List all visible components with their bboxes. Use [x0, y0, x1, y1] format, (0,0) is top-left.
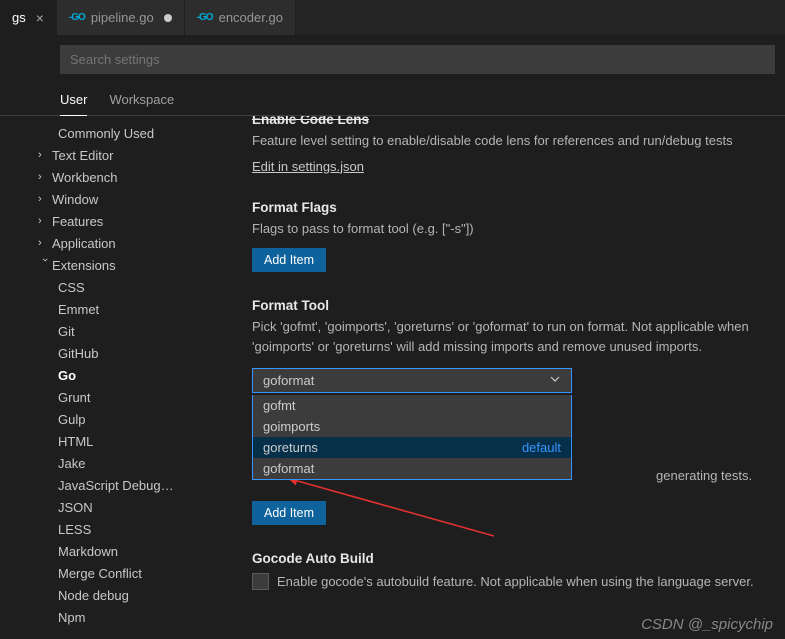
sidebar-item-label: Features	[52, 214, 103, 229]
watermark: CSDN @_spicychip	[641, 616, 773, 633]
sidebar-item-html[interactable]: HTML	[0, 430, 228, 452]
checkbox-row[interactable]: Enable gocode's autobuild feature. Not a…	[252, 572, 769, 592]
tab-pipeline[interactable]: -GO pipeline.go	[57, 0, 185, 35]
chevron-right-icon: ›	[38, 171, 52, 183]
setting-description: Enable gocode's autobuild feature. Not a…	[277, 572, 754, 592]
tab-settings[interactable]: gs ×	[0, 0, 57, 35]
edit-settings-json-link[interactable]: Edit in settings.json	[252, 159, 364, 174]
sidebar-item-grunt[interactable]: Grunt	[0, 386, 228, 408]
scope-tab-user[interactable]: User	[60, 92, 87, 116]
setting-enable-code-lens: Enable Code Lens Feature level setting t…	[252, 116, 775, 174]
tab-pipeline-label: pipeline.go	[91, 10, 154, 25]
tab-encoder[interactable]: -GO encoder.go	[185, 0, 296, 35]
option-goformat[interactable]: goformat	[253, 458, 571, 479]
sidebar-extensions[interactable]: ›Extensions	[0, 254, 228, 276]
sidebar-item-less[interactable]: LESS	[0, 518, 228, 540]
editor-tabs-bar: gs × -GO pipeline.go -GO encoder.go	[0, 0, 785, 35]
truncated-text: generating tests.	[656, 468, 752, 483]
default-badge: default	[522, 440, 561, 455]
sidebar-item-nodedebug[interactable]: Node debug	[0, 584, 228, 606]
sidebar-item-label: Window	[52, 192, 98, 207]
chevron-right-icon: ›	[38, 237, 52, 249]
checkbox[interactable]	[252, 573, 269, 590]
setting-format-flags: Format Flags Flags to pass to format too…	[252, 200, 775, 273]
format-tool-select[interactable]: goformat gofmt goimports goreturnsdefaul…	[252, 368, 572, 393]
option-gofmt[interactable]: gofmt	[253, 395, 571, 416]
select-box[interactable]: goformat	[252, 368, 572, 393]
sidebar-item-emmet[interactable]: Emmet	[0, 298, 228, 320]
add-item-button[interactable]: Add Item	[252, 501, 326, 525]
settings-content: Enable Code Lens Feature level setting t…	[228, 116, 785, 635]
chevron-right-icon: ›	[38, 193, 52, 205]
sidebar-item-label: Workbench	[52, 170, 118, 185]
setting-gocode-autobuild: Gocode Auto Build Enable gocode's autobu…	[252, 551, 775, 592]
setting-description: Pick 'gofmt', 'goimports', 'goreturns' o…	[252, 317, 769, 356]
settings-search-wrap	[0, 35, 785, 84]
select-value: goformat	[263, 373, 314, 388]
add-item-button[interactable]: Add Item	[252, 248, 326, 272]
option-goimports[interactable]: goimports	[253, 416, 571, 437]
close-icon[interactable]: ×	[36, 10, 44, 26]
sidebar-item-jake[interactable]: Jake	[0, 452, 228, 474]
sidebar-window[interactable]: ›Window	[0, 188, 228, 210]
scope-tab-workspace[interactable]: Workspace	[109, 92, 174, 115]
sidebar-item-git[interactable]: Git	[0, 320, 228, 342]
sidebar-features[interactable]: ›Features	[0, 210, 228, 232]
setting-description: Feature level setting to enable/disable …	[252, 131, 769, 151]
sidebar-item-npm[interactable]: Npm	[0, 606, 228, 628]
tab-settings-label: gs	[12, 10, 26, 25]
unsaved-dot-icon	[164, 14, 172, 22]
sidebar-item-label: Text Editor	[52, 148, 113, 163]
go-file-icon: -GO	[69, 12, 85, 23]
tab-encoder-label: encoder.go	[219, 10, 283, 25]
chevron-down-icon	[549, 373, 561, 388]
settings-scope-tabs: User Workspace	[0, 84, 785, 116]
sidebar-workbench[interactable]: ›Workbench	[0, 166, 228, 188]
setting-format-tool: Format Tool Pick 'gofmt', 'goimports', '…	[252, 298, 775, 525]
sidebar-item-css[interactable]: CSS	[0, 276, 228, 298]
select-dropdown: gofmt goimports goreturns default goforma…	[252, 395, 572, 480]
sidebar-item-gulp[interactable]: Gulp	[0, 408, 228, 430]
option-goreturns[interactable]: goreturns default	[253, 437, 571, 458]
sidebar-item-go[interactable]: Go	[0, 364, 228, 386]
sidebar-item-jsdebug[interactable]: JavaScript Debug…	[0, 474, 228, 496]
setting-title: Enable Code Lens	[252, 116, 769, 127]
search-input[interactable]	[60, 45, 775, 74]
option-label: goreturns	[263, 440, 318, 455]
setting-title: Format Flags	[252, 200, 769, 215]
sidebar-commonly-used[interactable]: Commonly Used	[0, 122, 228, 144]
chevron-right-icon: ›	[38, 215, 52, 227]
option-label: goimports	[263, 419, 320, 434]
sidebar-item-json[interactable]: JSON	[0, 496, 228, 518]
sidebar-item-markdown[interactable]: Markdown	[0, 540, 228, 562]
option-label: goformat	[263, 461, 314, 476]
chevron-right-icon: ›	[38, 149, 52, 161]
setting-title: Format Tool	[252, 298, 769, 313]
go-file-icon: -GO	[197, 12, 213, 23]
sidebar-application[interactable]: ›Application	[0, 232, 228, 254]
sidebar-item-github[interactable]: GitHub	[0, 342, 228, 364]
setting-title: Gocode Auto Build	[252, 551, 769, 566]
sidebar-item-label: Extensions	[52, 258, 116, 273]
option-label: gofmt	[263, 398, 296, 413]
sidebar-item-label: Application	[52, 236, 116, 251]
setting-description: Flags to pass to format tool (e.g. ["-s"…	[252, 219, 769, 239]
sidebar-text-editor[interactable]: ›Text Editor	[0, 144, 228, 166]
settings-sidebar[interactable]: Commonly Used ›Text Editor ›Workbench ›W…	[0, 116, 228, 635]
sidebar-item-merge[interactable]: Merge Conflict	[0, 562, 228, 584]
chevron-down-icon: ›	[39, 258, 51, 272]
